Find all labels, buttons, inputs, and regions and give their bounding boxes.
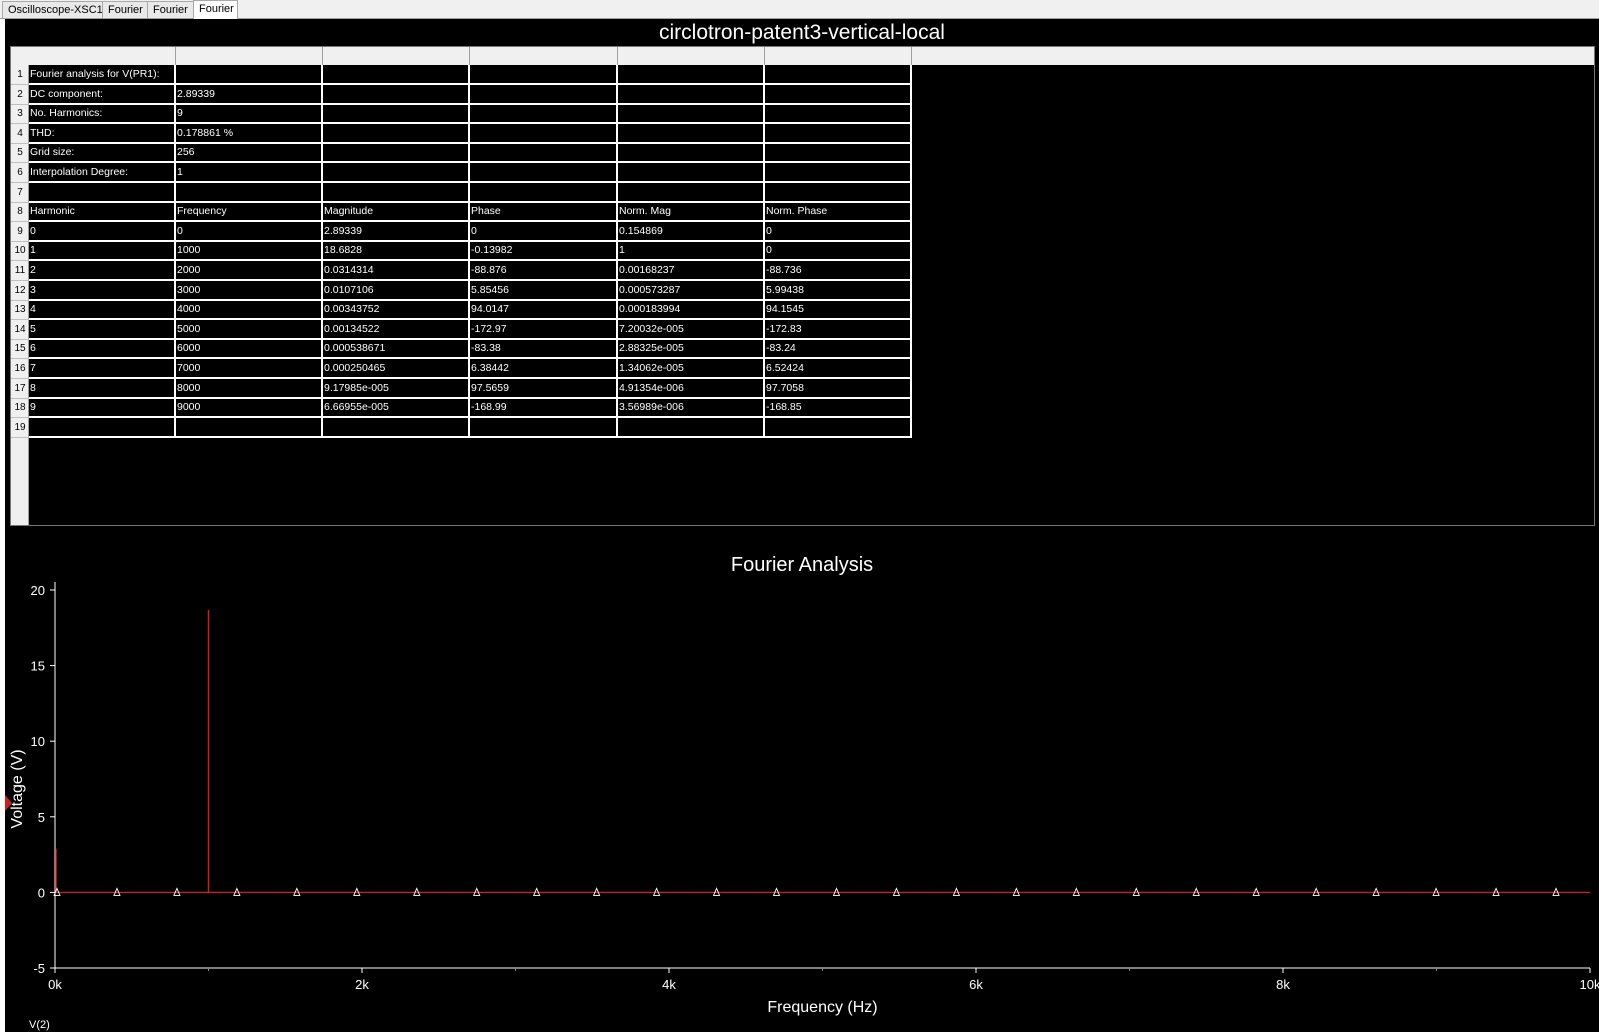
y-tick-label: 10 xyxy=(31,734,45,749)
x-tick-label: 10k xyxy=(1580,977,1599,992)
x-tick-label: 6k xyxy=(969,977,983,992)
y-tick-label: 20 xyxy=(31,583,45,598)
x-tick-label: 4k xyxy=(662,977,676,992)
y-tick-label: -5 xyxy=(33,961,45,976)
y-tick-label: 5 xyxy=(38,810,45,825)
y-tick-label: 15 xyxy=(31,659,45,674)
legend-label: V(2) xyxy=(29,1019,50,1031)
y-axis-label: Voltage (V) xyxy=(9,749,26,828)
y-tick-label: 0 xyxy=(38,885,45,900)
fourier-chart: -5 0 5 10 15 20 0k 2k 4k 6k 8k 10k Frequency (Hz) Vol… xyxy=(5,582,1599,1031)
x-tick-label: 0k xyxy=(48,977,62,992)
x-axis-label: Frequency (Hz) xyxy=(767,999,877,1016)
x-tick-label: 2k xyxy=(355,977,369,992)
x-tick-label: 8k xyxy=(1276,977,1290,992)
